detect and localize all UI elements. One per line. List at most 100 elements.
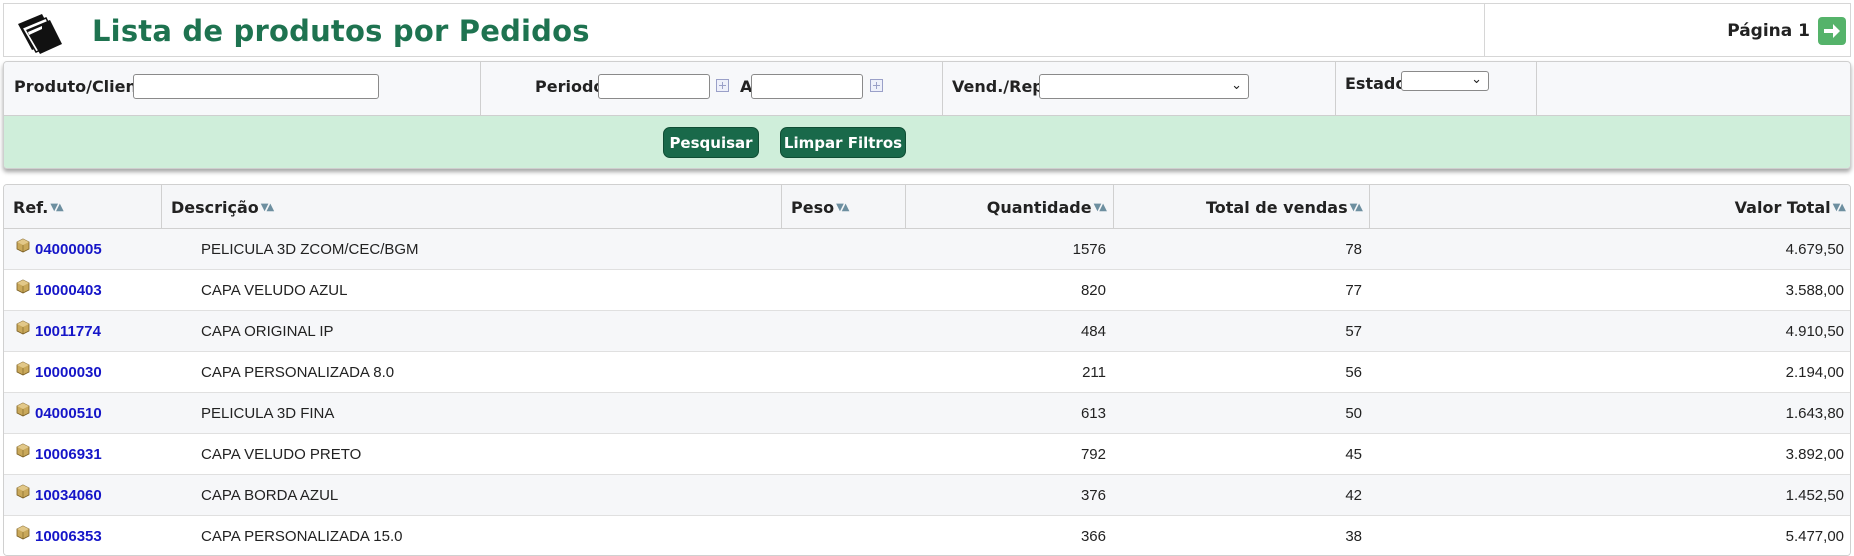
filter-divider [1335, 62, 1336, 116]
product-ref-link[interactable]: 10000403 [35, 282, 102, 299]
table-row: 10000030 CAPA PERSONALIZADA 8.0 211 56 2.194… [4, 352, 1850, 393]
filter-divider [1536, 62, 1537, 116]
product-ref-link[interactable]: 10011774 [35, 323, 101, 340]
cell-ref: 10034060 [16, 475, 102, 516]
package-box-icon [16, 238, 30, 253]
search-button[interactable]: Pesquisar [663, 127, 759, 158]
cell-total-vendas: 57 [1345, 323, 1362, 340]
cell-ref: 04000510 [16, 393, 102, 434]
cell-total-vendas: 38 [1345, 528, 1362, 545]
cell-ref: 04000005 [16, 229, 102, 270]
table-header: Ref. ▼▲ Descrição ▼▲ Peso ▼▲ Quantidade ▼▲ T… [4, 185, 1850, 229]
cell-quantidade: 376 [1080, 487, 1106, 504]
column-header-total-vendas[interactable]: Total de vendas ▼▲ [1114, 185, 1370, 229]
estado-select[interactable]: ⌄ [1401, 71, 1489, 91]
cell-total-vendas: 50 [1345, 405, 1362, 422]
filter-row: Produto/Cliente: Periodo: A Vend./Rep.: … [4, 62, 1850, 116]
column-label: Descrição [171, 197, 259, 217]
periodo-to-input[interactable] [751, 74, 863, 99]
package-box-icon [16, 361, 30, 376]
cell-descricao: CAPA BORDA AZUL [201, 487, 339, 504]
package-box-icon [16, 320, 30, 335]
table-row: 04000510 PELICULA 3D FINA 613 50 1.643,80 [4, 393, 1850, 434]
column-header-valor-total[interactable]: Valor Total ▼▲ [1370, 185, 1850, 229]
page-title: Lista de produtos por Pedidos [92, 14, 590, 48]
table-row: 10000403 CAPA VELUDO AZUL 820 77 3.588,00 [4, 270, 1850, 311]
filter-divider [942, 62, 943, 116]
sort-arrows-icon[interactable]: ▼▲ [261, 202, 274, 213]
product-ref-link[interactable]: 10006931 [35, 446, 102, 463]
column-label: Peso [791, 197, 835, 217]
package-box-icon [16, 484, 30, 499]
cell-valor-total: 3.588,00 [1785, 282, 1844, 299]
column-header-ref[interactable]: Ref. ▼▲ [4, 185, 162, 229]
package-box-icon [16, 279, 30, 294]
column-header-peso[interactable]: Peso ▼▲ [782, 185, 906, 229]
sort-arrows-icon[interactable]: ▼▲ [1094, 202, 1107, 213]
cell-descricao: CAPA PERSONALIZADA 8.0 [201, 364, 395, 381]
cell-total-vendas: 42 [1345, 487, 1362, 504]
cell-ref: 10011774 [16, 311, 101, 352]
sort-arrows-icon[interactable]: ▼▲ [50, 202, 63, 213]
table-row: 04000005 PELICULA 3D ZCOM/CEC/BGM 1576 78 4.… [4, 229, 1850, 270]
column-label: Quantidade [986, 197, 1092, 217]
cell-total-vendas: 56 [1345, 364, 1362, 381]
vendedor-select[interactable]: ⌄ [1039, 74, 1249, 99]
cell-descricao: CAPA PERSONALIZADA 15.0 [201, 528, 403, 545]
cell-quantidade: 484 [1080, 323, 1106, 340]
cell-quantidade: 1576 [1072, 241, 1106, 258]
column-label: Valor Total [1734, 197, 1831, 217]
chevron-down-icon: ⌄ [1471, 72, 1482, 87]
filter-divider [480, 62, 481, 116]
cell-quantidade: 211 [1082, 364, 1106, 381]
filter-panel: Produto/Cliente: Periodo: A Vend./Rep.: … [3, 61, 1851, 169]
product-ref-link[interactable]: 10000030 [35, 364, 102, 381]
sort-arrows-icon[interactable]: ▼▲ [836, 202, 849, 213]
header-divider [1484, 4, 1485, 56]
cell-valor-total: 3.892,00 [1785, 446, 1844, 463]
cell-total-vendas: 45 [1345, 446, 1362, 463]
table-row: 10006931 CAPA VELUDO PRETO 792 45 3.892,00 [4, 434, 1850, 475]
cell-quantidade: 366 [1080, 528, 1106, 545]
cell-ref: 10006931 [16, 434, 102, 475]
clear-filters-button[interactable]: Limpar Filtros [780, 127, 906, 158]
calendar-icon[interactable] [716, 79, 729, 92]
column-label: Total de vendas [1206, 197, 1348, 217]
cell-valor-total: 5.477,00 [1785, 528, 1844, 545]
cell-descricao: CAPA VELUDO PRETO [201, 446, 362, 463]
product-ref-link[interactable]: 04000005 [35, 241, 102, 258]
chevron-down-icon: ⌄ [1231, 78, 1242, 93]
next-page-button[interactable] [1818, 17, 1846, 45]
cell-valor-total: 4.679,50 [1785, 241, 1844, 258]
cell-valor-total: 1.643,80 [1785, 405, 1844, 422]
sort-arrows-icon[interactable]: ▼▲ [1833, 202, 1846, 213]
column-header-quantidade[interactable]: Quantidade ▼▲ [906, 185, 1114, 229]
cell-descricao: CAPA VELUDO AZUL [201, 282, 348, 299]
package-box-icon [16, 443, 30, 458]
periodo-from-input[interactable] [598, 74, 710, 99]
product-ref-link[interactable]: 10006353 [35, 528, 102, 545]
calendar-icon[interactable] [870, 79, 883, 92]
produto-cliente-input[interactable] [133, 74, 379, 99]
cell-ref: 10000403 [16, 270, 102, 311]
cell-total-vendas: 77 [1345, 282, 1362, 299]
filter-actions: Pesquisar Limpar Filtros [4, 116, 1850, 168]
cell-descricao: CAPA ORIGINAL IP [201, 323, 334, 340]
column-header-descricao[interactable]: Descrição ▼▲ [162, 185, 782, 229]
cell-quantidade: 792 [1080, 446, 1106, 463]
cell-valor-total: 2.194,00 [1785, 364, 1844, 381]
table-row: 10006353 CAPA PERSONALIZADA 15.0 366 38 5.47… [4, 516, 1850, 555]
arrow-right-icon [1824, 24, 1840, 38]
product-ref-link[interactable]: 04000510 [35, 405, 102, 422]
cell-valor-total: 1.452,50 [1785, 487, 1844, 504]
cell-descricao: PELICULA 3D FINA [201, 405, 335, 422]
sort-arrows-icon[interactable]: ▼▲ [1350, 202, 1363, 213]
cell-descricao: PELICULA 3D ZCOM/CEC/BGM [201, 241, 419, 258]
product-ref-link[interactable]: 10034060 [35, 487, 102, 504]
cell-ref: 10000030 [16, 352, 102, 393]
column-label: Ref. [13, 197, 49, 217]
cell-total-vendas: 78 [1345, 241, 1362, 258]
table-row: 10034060 CAPA BORDA AZUL 376 42 1.452,50 [4, 475, 1850, 516]
page-header: Lista de produtos por Pedidos Página 1 [3, 3, 1851, 57]
package-box-icon [16, 402, 30, 417]
